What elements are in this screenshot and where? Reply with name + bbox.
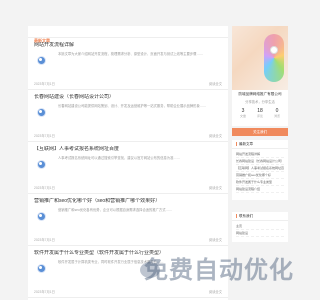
article-item[interactable]: 网站开发流程详解 本篇文章为大家介绍网站开发流程，梳理需求分析、原型设计、页面开…: [28, 38, 228, 90]
logo-icon: [38, 57, 45, 64]
widget-link[interactable]: 网站建设流程介绍: [236, 186, 284, 193]
watermark: 免费自动优化: [120, 236, 300, 300]
logo-icon: [38, 213, 45, 220]
widget-link[interactable]: 营销推广和seo优化哪个好: [236, 172, 284, 179]
profile-stats: 3 文章 18 评论 0 浏览: [236, 108, 284, 118]
article-title[interactable]: 长春网站建设（长春网站设计公司）: [34, 94, 222, 101]
article-meta: 2023年7月1日 阅读全文: [34, 81, 222, 86]
article-title[interactable]: 营销推广和seo优化哪个好（seo和营销推广哪个效果好）: [34, 198, 222, 205]
section-header: 最新文章: [28, 26, 228, 43]
stat-label: 浏览: [273, 114, 280, 118]
article-item[interactable]: 长春网站建设（长春网站设计公司） 长春网站建设公司能提供网站策划、设计、开发及运…: [28, 90, 228, 142]
accent-bar: [236, 214, 237, 219]
article-thumbnail[interactable]: [34, 260, 52, 278]
stat-views: 0 浏览: [270, 108, 284, 118]
article-date: 2023年7月1日: [34, 82, 55, 86]
read-more-link[interactable]: 阅读全文: [209, 81, 222, 86]
article-excerpt: 人事考试报名系统网址可以通过搜索引擎查找，建议以官方网站公布的信息为准……: [58, 156, 180, 160]
read-more-link[interactable]: 阅读全文: [209, 133, 222, 138]
article-excerpt: 长春网站建设公司能提供网站策划、设计、开发及运营维护等一站式服务，帮助企业展示品…: [58, 104, 207, 108]
follow-button[interactable]: 关注我们: [232, 128, 288, 136]
stat-comments: 18 评论: [253, 108, 267, 118]
page: 最新文章 网站开发流程详解 本篇文章为大家介绍网站开发流程，梳理需求分析、原型设…: [0, 0, 300, 300]
article-excerpt: 营销推广和seo优化各有优势，企业可以根据自身需求选择合适的推广方式……: [58, 208, 173, 212]
widget-title: 最新文章: [239, 142, 253, 146]
article-date: 2023年7月1日: [34, 238, 55, 242]
brand-tagline: 分享技术，分享生活: [245, 100, 275, 104]
article-title[interactable]: 网站开发流程详解: [34, 42, 222, 49]
article-date: 2023年7月1日: [34, 134, 55, 138]
widget-list: 网站开发流程详解 长春网站建设（长春网站设计公司） 【互联网】人事考试报名系统网…: [232, 149, 288, 195]
color-wheel-image: [264, 34, 284, 82]
brand-name[interactable]: 防城品牌网络推广有限公司: [236, 92, 284, 97]
watermark-text: 免费自动优化: [144, 257, 294, 284]
article-title[interactable]: 【互联网】人事考试报名系统网址百度: [34, 146, 222, 153]
widget-link[interactable]: 长春网站建设（长春网站设计公司）: [236, 158, 284, 165]
article-excerpt: 本篇文章为大家介绍网站开发流程，梳理需求分析、原型设计、页面开发与测试上线等主要…: [58, 52, 204, 56]
ring-icon: [270, 46, 278, 54]
widget-link[interactable]: 网站开发流程详解: [236, 151, 284, 158]
stat-articles: 3 文章: [236, 108, 250, 118]
stat-label: 评论: [256, 114, 263, 118]
widget-header: 最新文章: [232, 140, 288, 149]
article-date: 2023年7月1日: [34, 290, 55, 294]
widget-link[interactable]: 主页: [236, 223, 284, 230]
article-item[interactable]: 【互联网】人事考试报名系统网址百度 人事考试报名系统网址可以通过搜索引擎查找，建…: [28, 142, 228, 194]
widget-link[interactable]: 软件开发属于什么专业类型: [236, 179, 284, 186]
read-more-link[interactable]: 阅读全文: [209, 185, 222, 190]
logo-icon: [38, 265, 45, 272]
article-thumbnail[interactable]: [34, 156, 52, 174]
logo-icon: [38, 161, 45, 168]
logo-icon: [38, 109, 45, 116]
accent-bar: [236, 142, 237, 147]
widget-title: 联系我们: [239, 214, 253, 218]
article-thumbnail[interactable]: [34, 52, 52, 70]
article-thumbnail[interactable]: [34, 208, 52, 226]
widget-header: 联系我们: [232, 212, 288, 221]
article-date: 2023年7月1日: [34, 186, 55, 190]
stat-label: 文章: [239, 114, 246, 118]
article-meta: 2023年7月1日 阅读全文: [34, 185, 222, 190]
article-thumbnail[interactable]: [34, 104, 52, 122]
widget-link[interactable]: 【互联网】人事考试报名系统网址百度: [236, 165, 284, 172]
profile-banner: [232, 26, 288, 90]
latest-posts-widget: 最新文章 网站开发流程详解 长春网站建设（长春网站设计公司） 【互联网】人事考试…: [232, 140, 288, 200]
profile-card: 防城品牌网络推广有限公司 分享技术，分享生活 3 文章 18 评论 0 浏览: [232, 26, 288, 126]
article-meta: 2023年7月1日 阅读全文: [34, 133, 222, 138]
